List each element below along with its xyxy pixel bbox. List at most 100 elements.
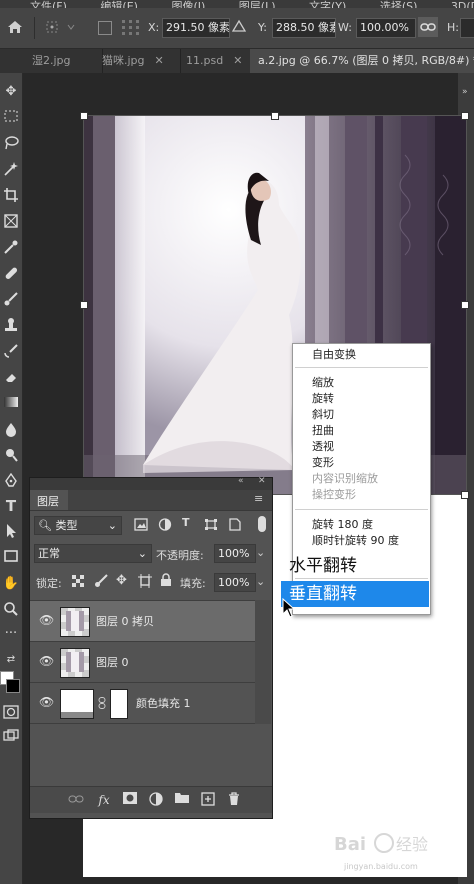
background-color-swatch[interactable] — [6, 679, 20, 693]
fill-field[interactable]: 100% — [214, 573, 256, 592]
tab-shi2[interactable]: 湿2.jpg — [24, 49, 103, 73]
menu-item-rotate[interactable]: 旋转 — [312, 391, 334, 407]
filter-pixel-icon[interactable] — [134, 518, 148, 531]
lock-image-icon[interactable] — [94, 574, 108, 588]
chevron-down-icon[interactable]: ⌄ — [256, 575, 265, 588]
zoom-tool-icon[interactable] — [2, 601, 20, 619]
adjustment-icon[interactable] — [148, 792, 164, 808]
layers-scrollbar[interactable] — [255, 600, 271, 724]
gradient-tool-icon[interactable] — [2, 395, 20, 413]
tab-layers[interactable]: 图层 — [30, 490, 68, 510]
filter-toggle-switch[interactable] — [258, 516, 266, 532]
hand-tool-icon[interactable]: ✋ — [2, 575, 20, 593]
visibility-eye-icon[interactable]: 👁︎ — [39, 613, 54, 627]
menu-3d[interactable]: 3D(D) — [451, 0, 474, 8]
layer-row[interactable]: 👁︎ 图层 0 — [30, 641, 255, 682]
close-icon[interactable]: ✕ — [155, 54, 164, 67]
link-icon[interactable] — [68, 792, 84, 808]
close-icon[interactable]: ✕ — [233, 54, 242, 67]
home-icon[interactable] — [6, 18, 24, 36]
opacity-field[interactable]: 100% — [214, 544, 256, 563]
height-field[interactable] — [460, 18, 474, 38]
menu-item-distort[interactable]: 扭曲 — [312, 423, 334, 439]
lock-position-icon[interactable]: ✥ — [116, 573, 130, 588]
menu-item-warp[interactable]: 变形 — [312, 455, 334, 471]
toggle-checkbox[interactable] — [98, 21, 112, 35]
layer-row[interactable]: 👁︎ 图层 0 拷贝 — [30, 600, 255, 641]
eyedropper-icon[interactable] — [2, 239, 20, 257]
healing-brush-icon[interactable] — [2, 265, 20, 283]
transform-handle[interactable] — [461, 112, 469, 120]
tab-active-document[interactable]: a.2.jpg @ 66.7% (图层 0 拷贝, RGB/8#) * — [250, 49, 474, 73]
menu-image[interactable]: 图像(I) — [171, 0, 205, 8]
panel-menu-icon[interactable]: ≡ — [254, 492, 263, 505]
menu-item-rotate-180[interactable]: 旋转 180 度 — [312, 517, 373, 533]
swap-colors-icon[interactable]: ⇄ — [2, 651, 20, 669]
menu-item-scale[interactable]: 缩放 — [312, 375, 334, 391]
chain-link-icon[interactable] — [98, 697, 106, 709]
close-icon[interactable]: ✕ — [258, 476, 266, 486]
blur-tool-icon[interactable] — [2, 421, 20, 439]
crop-tool-icon[interactable] — [2, 187, 20, 205]
filter-smart-object-icon[interactable] — [228, 518, 242, 531]
frame-tool-icon[interactable] — [2, 213, 20, 231]
transform-handle[interactable] — [461, 301, 469, 309]
move-tool-icon[interactable]: ✥ — [2, 83, 20, 101]
collapse-icon[interactable]: « — [238, 476, 244, 486]
quick-mask-icon[interactable] — [2, 705, 20, 723]
delta-icon[interactable] — [231, 19, 247, 33]
menu-edit[interactable]: 编辑(E) — [100, 0, 138, 8]
menu-item-flip-vertical[interactable]: 垂直翻转 — [289, 583, 357, 605]
screen-mode-icon[interactable] — [2, 729, 20, 747]
transform-handle[interactable] — [80, 301, 88, 309]
width-field[interactable]: 100.00% — [356, 18, 416, 38]
visibility-eye-icon[interactable]: 👁︎ — [39, 695, 54, 709]
menu-item-skew[interactable]: 斜切 — [312, 407, 334, 423]
menu-file[interactable]: 文件(F) — [30, 0, 67, 8]
menu-item-flip-horizontal[interactable]: 水平翻转 — [289, 555, 357, 577]
layer-row[interactable]: 👁︎ 颜色填充 1 — [30, 682, 255, 724]
visibility-eye-icon[interactable]: 👁︎ — [39, 654, 54, 668]
lock-transparent-icon[interactable] — [72, 575, 84, 587]
blend-mode-dropdown[interactable]: 正常 ⌄ — [34, 544, 152, 563]
menu-item-rotate-90-cw[interactable]: 顺时针旋转 90 度 — [312, 533, 399, 549]
transform-handle[interactable] — [80, 112, 88, 120]
transform-handle[interactable] — [461, 491, 469, 499]
fx-icon[interactable]: fx — [96, 792, 112, 808]
more-tools-icon[interactable]: ··· — [2, 625, 20, 643]
layer-filter-dropdown[interactable]: 🔍︎ 类型 ⌄ — [34, 516, 122, 535]
path-selection-icon[interactable] — [2, 523, 20, 541]
reference-grid-icon[interactable] — [120, 18, 142, 36]
trash-icon[interactable] — [226, 792, 242, 808]
rectangle-tool-icon[interactable] — [2, 549, 20, 567]
chevron-down-icon[interactable]: ⌄ — [256, 546, 265, 559]
x-position-field[interactable]: 291.50 像素 — [162, 18, 230, 38]
magic-wand-icon[interactable] — [2, 161, 20, 179]
tab-11psd[interactable]: 11.psd ✕ — [178, 49, 251, 73]
brush-tool-icon[interactable] — [2, 291, 20, 309]
group-folder-icon[interactable] — [174, 792, 190, 808]
reference-point-icon[interactable] — [44, 18, 78, 36]
menu-layer[interactable]: 图层(L) — [239, 0, 276, 8]
stamp-tool-icon[interactable] — [2, 317, 20, 335]
mask-icon[interactable] — [122, 792, 138, 808]
type-tool-icon[interactable]: T — [2, 497, 20, 515]
new-layer-icon[interactable] — [200, 792, 216, 808]
menu-item-perspective[interactable]: 透视 — [312, 439, 334, 455]
transform-handle[interactable] — [271, 112, 279, 120]
dodge-tool-icon[interactable] — [2, 447, 20, 465]
tab-maomi[interactable]: 猫咪.jpg ✕ — [94, 49, 181, 73]
pen-tool-icon[interactable] — [2, 472, 20, 491]
filter-type-icon[interactable]: T — [182, 516, 196, 532]
filter-adjustment-icon[interactable] — [158, 518, 172, 531]
menu-item-free-transform[interactable]: 自由变换 — [312, 347, 356, 363]
filter-shape-icon[interactable] — [204, 518, 218, 531]
y-position-field[interactable]: 288.50 像素 — [272, 18, 336, 38]
eraser-tool-icon[interactable] — [2, 369, 20, 387]
lock-all-icon[interactable] — [160, 573, 172, 587]
menu-select[interactable]: 选择(S) — [380, 0, 418, 8]
menu-type[interactable]: 文字(Y) — [309, 0, 346, 8]
link-proportions-icon[interactable] — [418, 17, 438, 37]
marquee-tool-icon[interactable] — [2, 109, 20, 127]
history-brush-icon[interactable] — [2, 343, 20, 361]
